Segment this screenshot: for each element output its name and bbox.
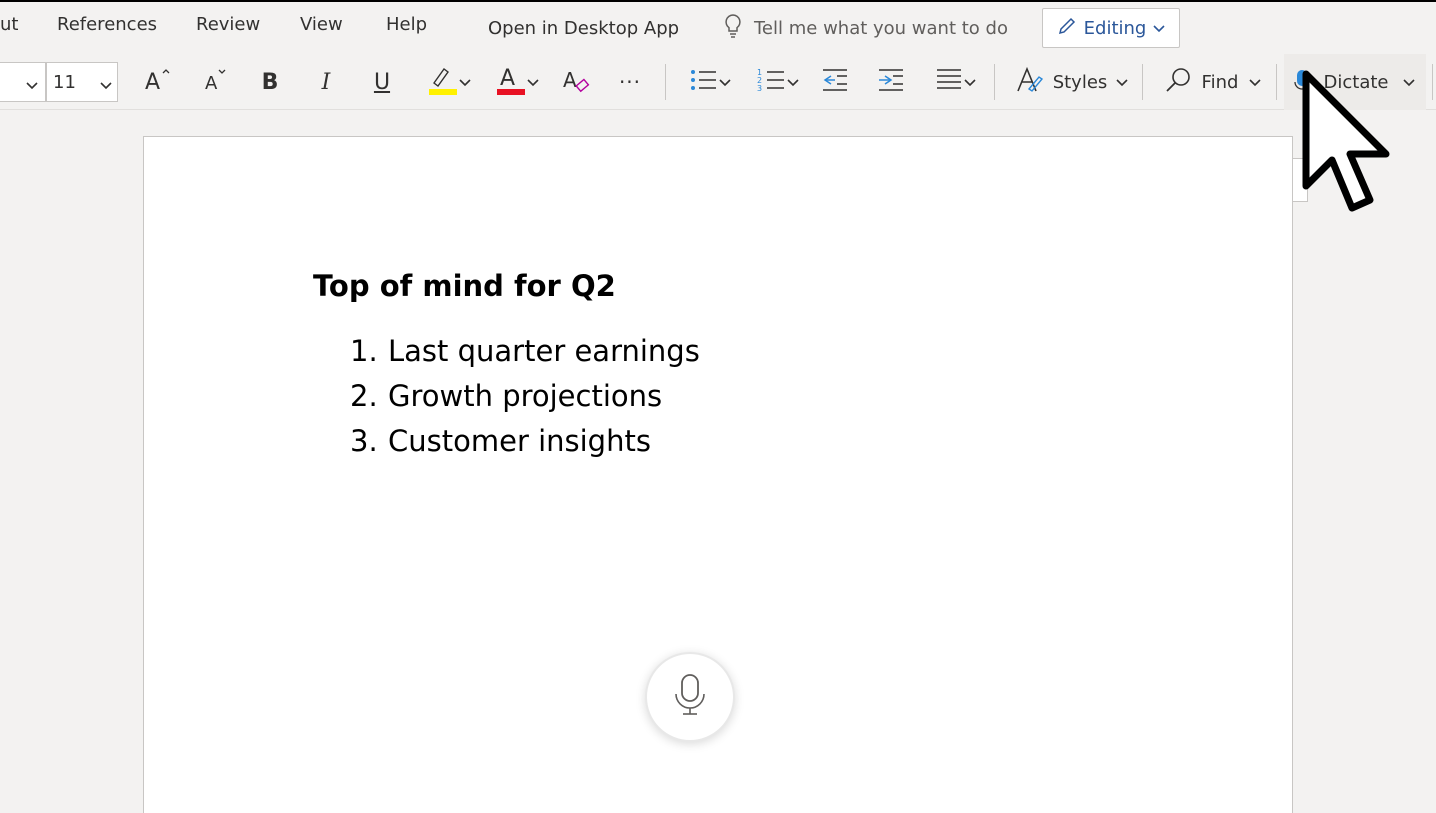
menu-item-layout[interactable]: ut	[0, 14, 18, 35]
dictate-label: Dictate	[1323, 71, 1389, 93]
font-size-value: 11	[53, 71, 76, 93]
find-button[interactable]: Find	[1158, 54, 1268, 110]
menu-item-review[interactable]: Review	[196, 14, 260, 35]
find-label: Find	[1201, 71, 1239, 93]
shrink-font-icon: A	[201, 67, 231, 97]
clear-formatting-button[interactable]: A	[558, 54, 594, 110]
chevron-down-icon	[1402, 73, 1416, 92]
grow-font-button[interactable]: A	[140, 54, 176, 110]
microphone-icon	[1293, 66, 1310, 98]
decrease-indent-icon	[821, 67, 849, 97]
chevron-down-icon	[1152, 18, 1166, 39]
chevron-down-icon	[963, 73, 977, 92]
ribbon-divider	[1276, 64, 1277, 100]
italic-button[interactable]: I	[310, 54, 342, 110]
highlighter-icon	[426, 63, 458, 101]
list-number: 2.	[350, 379, 378, 413]
chevron-down-icon	[786, 73, 800, 92]
numbered-list: 1. Last quarter earnings 2. Growth proje…	[350, 329, 700, 464]
ribbon-toolbar: 11 A A B I U A A ··· 1 2 3 Styles Find D…	[0, 54, 1436, 110]
pencil-icon	[1056, 15, 1078, 42]
menu-item-help[interactable]: Help	[386, 14, 427, 35]
editing-mode-button[interactable]: Editing	[1042, 8, 1180, 48]
font-size-dropdown[interactable]: 11	[46, 62, 118, 102]
page-side-tab[interactable]	[1292, 158, 1308, 202]
grow-font-icon: A	[143, 67, 173, 97]
svg-text:A: A	[205, 73, 218, 93]
increase-indent-button[interactable]	[874, 54, 908, 110]
chevron-down-icon	[25, 75, 39, 96]
decrease-indent-button[interactable]	[818, 54, 852, 110]
lightbulb-icon	[722, 13, 744, 44]
open-desktop-app-button[interactable]: Open in Desktop App	[488, 18, 679, 39]
document-canvas: Top of mind for Q2 1. Last quarter earni…	[0, 110, 1436, 813]
bullets-icon	[688, 67, 718, 97]
list-item[interactable]: 2. Growth projections	[350, 374, 700, 419]
search-icon	[1164, 66, 1192, 98]
styles-icon	[1015, 65, 1045, 99]
document-page[interactable]: Top of mind for Q2 1. Last quarter earni…	[143, 136, 1293, 813]
svg-text:A: A	[563, 68, 577, 92]
ribbon-divider	[994, 64, 995, 100]
menu-item-references[interactable]: References	[57, 14, 157, 35]
microphone-icon	[673, 672, 707, 722]
font-color-icon: A	[494, 63, 526, 101]
clear-formatting-icon: A	[561, 65, 591, 99]
underline-button[interactable]: U	[366, 54, 398, 110]
chevron-down-icon	[718, 73, 732, 92]
ribbon-divider	[1432, 64, 1433, 100]
list-item[interactable]: 3. Customer insights	[350, 419, 700, 464]
editing-label: Editing	[1083, 17, 1147, 39]
highlight-color-button[interactable]	[422, 54, 476, 110]
bullets-button[interactable]	[682, 54, 738, 110]
align-icon	[935, 67, 963, 97]
list-item-text: Last quarter earnings	[388, 334, 700, 368]
numbering-button[interactable]: 123	[750, 54, 806, 110]
ribbon-divider	[1142, 64, 1143, 100]
dictation-mic-button[interactable]	[645, 652, 735, 742]
menu-bar: ut References Review View Help Open in D…	[0, 2, 1436, 54]
svg-text:A: A	[500, 66, 515, 91]
list-number: 3.	[350, 424, 378, 458]
styles-button[interactable]: Styles	[1010, 54, 1134, 110]
menu-item-view[interactable]: View	[300, 14, 343, 35]
svg-text:3: 3	[757, 84, 762, 93]
dictate-button[interactable]: Dictate	[1284, 54, 1426, 110]
chevron-down-icon	[99, 75, 113, 96]
shrink-font-button[interactable]: A	[198, 54, 234, 110]
align-button[interactable]	[928, 54, 984, 110]
styles-label: Styles	[1052, 71, 1108, 93]
chevron-down-icon	[526, 73, 540, 92]
more-options-button[interactable]: ···	[610, 54, 650, 110]
font-name-dropdown[interactable]	[0, 62, 46, 102]
bold-button[interactable]: B	[254, 54, 286, 110]
font-color-button[interactable]: A	[490, 54, 544, 110]
ribbon-divider	[665, 64, 666, 100]
svg-text:A: A	[145, 70, 160, 93]
list-number: 1.	[350, 334, 378, 368]
tell-me-label: Tell me what you want to do	[754, 17, 1008, 39]
tell-me-search[interactable]: Tell me what you want to do	[722, 13, 1008, 44]
list-item[interactable]: 1. Last quarter earnings	[350, 329, 700, 374]
list-item-text: Customer insights	[388, 424, 651, 458]
chevron-down-icon	[1115, 73, 1129, 92]
numbering-icon: 123	[756, 67, 786, 97]
document-heading[interactable]: Top of mind for Q2	[313, 269, 616, 303]
chevron-down-icon	[1248, 73, 1262, 92]
increase-indent-icon	[877, 67, 905, 97]
chevron-down-icon	[458, 73, 472, 92]
list-item-text: Growth projections	[388, 379, 663, 413]
